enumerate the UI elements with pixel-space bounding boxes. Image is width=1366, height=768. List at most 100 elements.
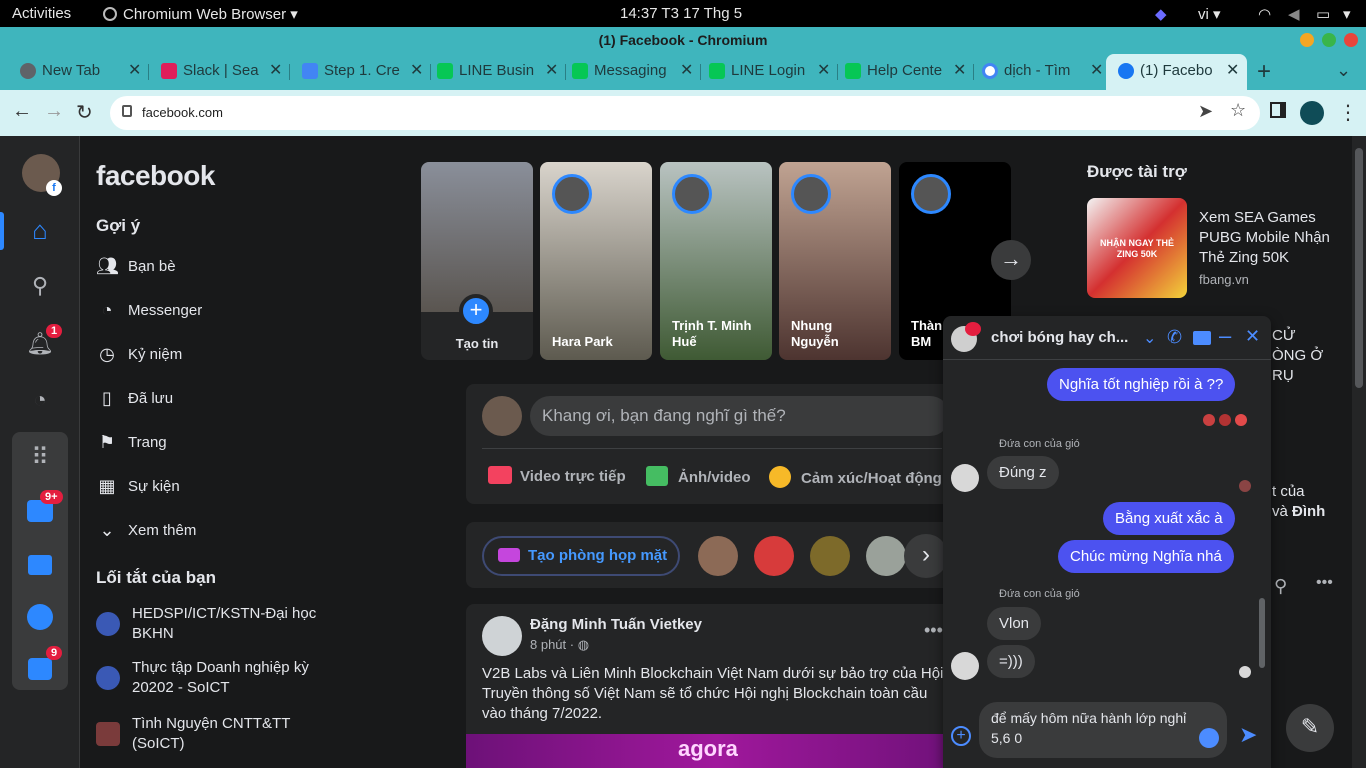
chevron-down-icon[interactable]: ⌄: [1143, 328, 1156, 348]
phone-icon[interactable]: ✆: [1167, 327, 1182, 348]
wifi-icon[interactable]: ◠: [1258, 5, 1271, 23]
post-author[interactable]: Đặng Minh Tuấn Vietkey: [530, 616, 702, 633]
home-icon[interactable]: ⌂: [22, 212, 58, 248]
calendar-icon: ▦: [98, 476, 116, 496]
rooms-next-button[interactable]: ›: [904, 534, 948, 578]
facebook-logo[interactable]: facebook: [96, 160, 215, 192]
chat-scrollbar[interactable]: [1257, 362, 1267, 686]
message-incoming[interactable]: =))): [987, 645, 1035, 678]
app-menu[interactable]: Chromium Web Browser ▾: [103, 5, 298, 23]
message-input[interactable]: để mấy hôm nữa hành lớp nghỉ 5,6 0: [979, 702, 1227, 758]
close-icon[interactable]: ✕: [680, 60, 693, 80]
add-icon[interactable]: +: [951, 726, 971, 746]
story-item[interactable]: Nhung Nguyễn: [779, 162, 891, 360]
send-icon[interactable]: ➤: [1239, 722, 1257, 748]
forward-icon[interactable]: →: [44, 100, 64, 123]
menu-grid-icon[interactable]: ⠿: [22, 440, 58, 476]
post-time[interactable]: 8 phút · ◍: [530, 637, 589, 653]
chat-title[interactable]: chơi bóng hay ch...: [991, 329, 1128, 346]
clock[interactable]: 14:37 T3 17 Thg 5: [620, 5, 742, 22]
more-icon[interactable]: •••: [1316, 574, 1333, 592]
sponsored-ad[interactable]: NHẬN NGAY THẺ ZING 50K Xem SEA Games PUB…: [1087, 198, 1330, 298]
story-item[interactable]: Trịnh T. Minh Huế: [660, 162, 772, 360]
post-image[interactable]: agora: [466, 734, 966, 768]
message-incoming[interactable]: Vlon: [987, 607, 1042, 640]
maximize-window-button[interactable]: [1322, 33, 1336, 47]
close-icon[interactable]: ✕: [128, 60, 141, 80]
tab-line-business[interactable]: LINE Busin ✕: [425, 54, 566, 90]
tab-facebook[interactable]: (1) Facebo ✕: [1106, 54, 1247, 90]
search-icon[interactable]: ⚲: [1274, 576, 1287, 597]
search-icon[interactable]: ⚲: [22, 268, 58, 304]
volume-icon[interactable]: ◀: [1288, 5, 1300, 23]
close-icon[interactable]: ✕: [1090, 60, 1103, 80]
live-video-button[interactable]: Video trực tiếp: [488, 466, 626, 485]
tab-messaging[interactable]: Messaging ✕: [560, 54, 701, 90]
composer-input[interactable]: Khang ơi, bạn đang nghĩ gì thế?: [530, 396, 950, 436]
url-text[interactable]: facebook.com: [142, 105, 223, 120]
chevron-down-icon[interactable]: ▾: [1343, 5, 1351, 23]
minimize-icon[interactable]: –: [1219, 323, 1231, 349]
contact-avatar[interactable]: [810, 536, 850, 576]
contact-avatar[interactable]: [866, 536, 906, 576]
profile-icon[interactable]: [1300, 101, 1324, 125]
reload-icon[interactable]: ↻: [76, 100, 93, 125]
sender-avatar[interactable]: [951, 464, 979, 492]
marketplace-icon[interactable]: [22, 546, 58, 582]
message-outgoing[interactable]: Nghĩa tốt nghiệp rồi à ??: [1047, 368, 1236, 401]
battery-icon[interactable]: ▭: [1316, 5, 1330, 23]
new-tab-button[interactable]: +: [1257, 58, 1271, 86]
tab-slack[interactable]: Slack | Sea ✕: [149, 54, 290, 90]
tab-new-tab[interactable]: New Tab ✕: [8, 54, 149, 90]
create-room-button[interactable]: Tạo phòng họp mặt: [482, 536, 680, 576]
contact-avatar[interactable]: [698, 536, 738, 576]
sender-avatar[interactable]: [951, 652, 979, 680]
star-icon[interactable]: ☆: [1230, 100, 1246, 121]
plus-icon[interactable]: +: [459, 294, 493, 328]
close-icon[interactable]: ✕: [1226, 60, 1239, 80]
story-create[interactable]: + Tạo tin: [421, 162, 533, 360]
input-language[interactable]: vi ▾: [1198, 5, 1221, 23]
messenger-icon[interactable]: ◔: [22, 382, 58, 418]
contact-avatar[interactable]: [754, 536, 794, 576]
photo-video-button[interactable]: Ảnh/video: [646, 466, 751, 486]
page-scrollbar[interactable]: [1352, 136, 1366, 768]
more-icon[interactable]: •••: [924, 620, 943, 641]
scrollbar-thumb[interactable]: [1355, 148, 1363, 388]
close-icon[interactable]: ✕: [410, 60, 423, 80]
tab-line-login[interactable]: LINE Login ✕: [697, 54, 838, 90]
scrollbar-thumb[interactable]: [1259, 598, 1265, 668]
message-outgoing[interactable]: Bằng xuất xắc à: [1103, 502, 1235, 535]
emoji-icon[interactable]: [1199, 728, 1219, 748]
tab-help-center[interactable]: Help Cente ✕: [833, 54, 974, 90]
tab-step[interactable]: Step 1. Cre ✕: [290, 54, 431, 90]
globe-icon: ◍: [577, 637, 590, 652]
close-icon[interactable]: ✕: [953, 60, 966, 80]
message-outgoing[interactable]: Chúc mừng Nghĩa nhá: [1058, 540, 1234, 573]
close-icon[interactable]: ✕: [269, 60, 282, 80]
address-bar[interactable]: facebook.com ➤ ☆: [110, 96, 1260, 130]
close-icon[interactable]: ✕: [1245, 326, 1260, 347]
lock-icon[interactable]: [122, 105, 132, 117]
tab-google-search[interactable]: dịch - Tìm ✕: [970, 54, 1111, 90]
feeling-button[interactable]: Cảm xúc/Hoạt động: [769, 466, 942, 488]
close-icon[interactable]: ✕: [817, 60, 830, 80]
groups-icon[interactable]: [22, 598, 58, 634]
send-icon[interactable]: ➤: [1198, 101, 1213, 122]
side-panel-icon[interactable]: [1270, 102, 1286, 118]
stories-next-button[interactable]: →: [991, 240, 1031, 280]
menu-icon[interactable]: ⋮: [1338, 100, 1358, 125]
tab-search-button[interactable]: ⌄: [1336, 60, 1351, 81]
minimize-window-button[interactable]: [1300, 33, 1314, 47]
video-call-icon[interactable]: [1193, 331, 1211, 345]
teams-icon[interactable]: ◆: [1155, 5, 1167, 23]
close-icon[interactable]: ✕: [545, 60, 558, 80]
back-icon[interactable]: ←: [12, 100, 32, 123]
story-item[interactable]: Hara Park: [540, 162, 652, 360]
post-author-avatar[interactable]: [482, 616, 522, 656]
new-message-button[interactable]: ✎: [1286, 704, 1334, 752]
close-window-button[interactable]: [1344, 33, 1358, 47]
message-incoming[interactable]: Đúng z: [987, 456, 1059, 489]
sender-name: Đứa con của gió: [999, 438, 1080, 450]
activities-button[interactable]: Activities: [12, 5, 71, 22]
